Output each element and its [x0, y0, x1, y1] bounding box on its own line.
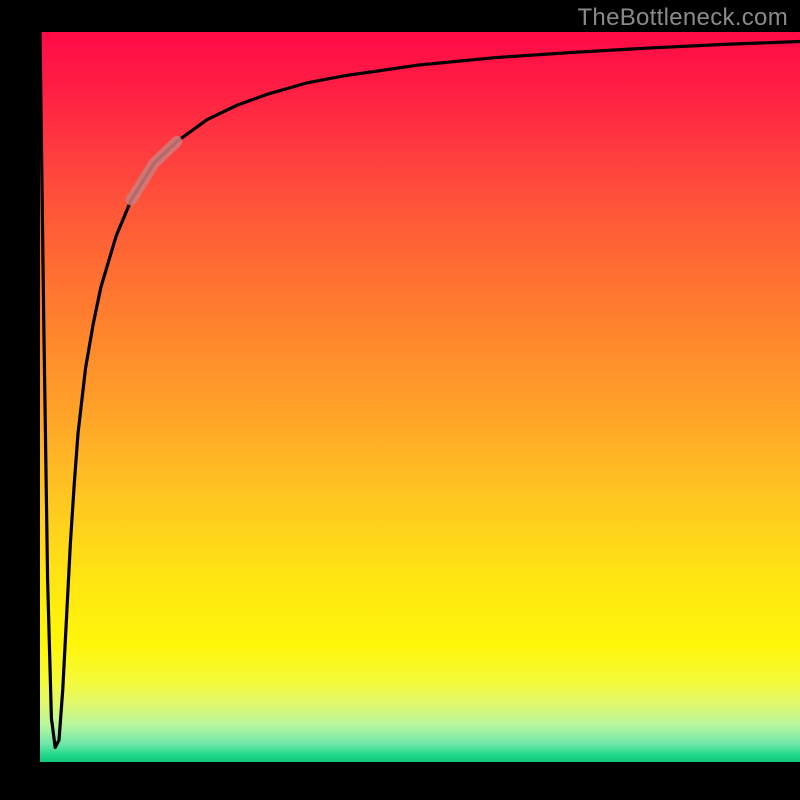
attribution-label: TheBottleneck.com	[577, 4, 788, 32]
bottleneck-curve-path	[40, 32, 800, 747]
bottleneck-curve-svg	[40, 32, 800, 762]
chart-frame: TheBottleneck.com	[0, 0, 800, 800]
bottleneck-curve-highlight	[131, 142, 177, 200]
